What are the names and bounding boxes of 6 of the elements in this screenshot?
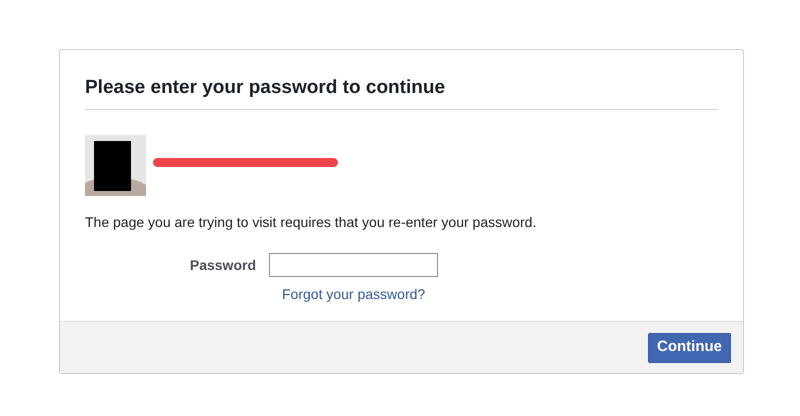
dialog-title: Please enter your password to continue [85, 76, 718, 110]
forgot-password-link[interactable]: Forgot your password? [282, 286, 426, 302]
password-field[interactable] [269, 253, 438, 277]
continue-button[interactable]: Continue [648, 332, 731, 362]
message-text: The page you are trying to visit requires that you re-enter your password. [85, 213, 538, 232]
password-label: Password [188, 256, 257, 274]
